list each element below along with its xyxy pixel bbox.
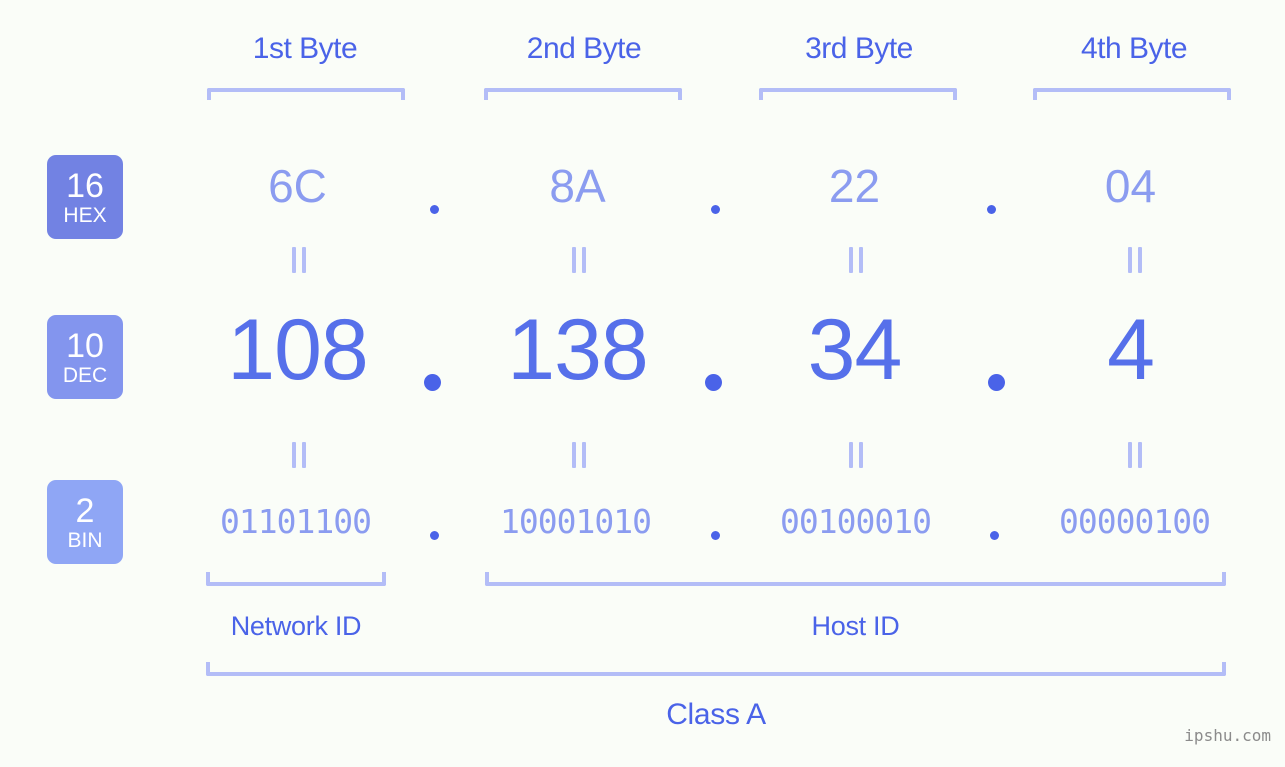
dec-byte-1: 108	[227, 302, 369, 398]
equals-mark-1-4	[1128, 247, 1142, 273]
dec-dot-1	[424, 374, 441, 391]
ip-breakdown-diagram: 1st Byte 2nd Byte 3rd Byte 4th Byte 16 H…	[0, 0, 1285, 767]
hex-byte-4: 04	[1104, 160, 1157, 212]
bin-byte-4: 00000100	[1059, 502, 1211, 541]
equals-mark-1-1	[292, 247, 306, 273]
dec-byte-4: 4	[1107, 302, 1155, 398]
dec-dot-2	[705, 374, 722, 391]
radix-badge-dec-label: DEC	[62, 363, 108, 387]
equals-mark-2-2	[572, 442, 586, 468]
byte-bracket-4	[1033, 88, 1231, 100]
byte-bracket-1	[207, 88, 405, 100]
bin-byte-1: 01101100	[220, 502, 372, 541]
byte-header-4: 4th Byte	[1080, 32, 1188, 65]
byte-bracket-3	[759, 88, 957, 100]
radix-badge-bin-number: 2	[75, 491, 95, 530]
bin-dot-2	[711, 531, 720, 540]
dec-dot-3	[988, 374, 1005, 391]
byte-header-1: 1st Byte	[252, 32, 358, 65]
bin-dot-3	[990, 531, 999, 540]
equals-mark-1-2	[572, 247, 586, 273]
radix-badge-dec-number: 10	[66, 326, 104, 365]
radix-badge-hex: 16 HEX	[47, 155, 123, 239]
radix-badge-dec: 10 DEC	[47, 315, 123, 399]
host-id-bracket	[485, 572, 1226, 586]
bin-byte-3: 00100010	[780, 502, 932, 541]
hex-byte-2: 8A	[549, 160, 606, 212]
byte-bracket-2	[484, 88, 682, 100]
hex-dot-1	[430, 205, 439, 214]
hex-byte-3: 22	[828, 160, 881, 212]
equals-mark-2-1	[292, 442, 306, 468]
equals-mark-1-3	[849, 247, 863, 273]
dec-byte-2: 138	[507, 302, 649, 398]
equals-mark-2-3	[849, 442, 863, 468]
radix-badge-hex-number: 16	[66, 166, 104, 205]
radix-badge-bin-label: BIN	[67, 528, 103, 552]
radix-badge-hex-label: HEX	[63, 203, 107, 227]
dec-byte-3: 34	[807, 302, 903, 398]
hex-dot-2	[711, 205, 720, 214]
class-bracket	[206, 662, 1226, 676]
bin-dot-1	[430, 531, 439, 540]
class-label: Class A	[666, 698, 766, 731]
hex-byte-1: 6C	[268, 160, 327, 212]
hex-dot-3	[987, 205, 996, 214]
byte-header-3: 3rd Byte	[805, 32, 913, 65]
equals-mark-2-4	[1128, 442, 1142, 468]
bin-byte-2: 10001010	[500, 502, 652, 541]
host-id-label: Host ID	[811, 611, 900, 641]
site-watermark: ipshu.com	[1184, 726, 1271, 745]
byte-header-2: 2nd Byte	[526, 32, 642, 65]
radix-badge-bin: 2 BIN	[47, 480, 123, 564]
network-id-label: Network ID	[230, 611, 362, 641]
network-id-bracket	[206, 572, 386, 586]
